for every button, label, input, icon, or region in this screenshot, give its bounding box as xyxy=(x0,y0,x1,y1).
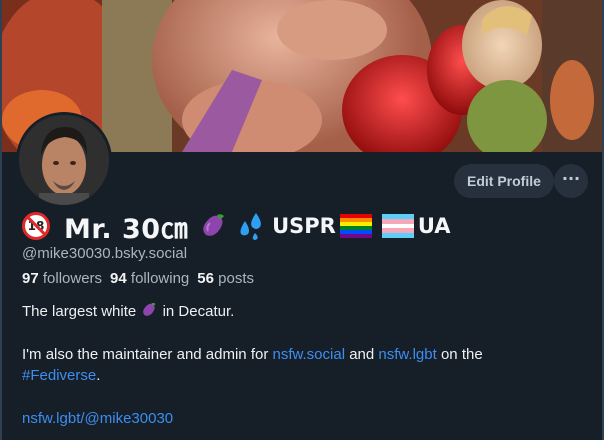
profile-external-link[interactable]: nsfw.lgbt/@mike30030 xyxy=(22,410,173,427)
rainbow-flag-icon xyxy=(339,214,372,238)
profile-handle[interactable]: @mike30030.bsky.social xyxy=(22,245,187,262)
fediverse-hashtag-link[interactable]: #Fediverse xyxy=(22,367,96,384)
avatar-image xyxy=(19,115,109,205)
sweat-droplets-emoji-icon xyxy=(240,213,261,240)
display-name: 18 Mr. 30㎝ USPR UA xyxy=(22,206,451,246)
nsfw-social-link[interactable]: nsfw.social xyxy=(273,346,346,363)
bio-text: . xyxy=(96,367,101,384)
bio-line-2: I'm also the maintainer and admin for ns… xyxy=(22,344,592,386)
following-link[interactable]: 94 following xyxy=(110,270,189,287)
bio-line-3: nsfw.lgbt/@mike30030 xyxy=(22,408,592,429)
display-name-suffix: UA xyxy=(417,214,451,238)
edit-profile-button[interactable]: Edit Profile xyxy=(454,164,554,198)
profile-bio: The largest white in Decatur. I'm also t… xyxy=(22,301,592,429)
followers-label: followers xyxy=(42,270,103,287)
bio-text: The largest white xyxy=(22,303,137,320)
bio-text: in Decatur. xyxy=(162,303,235,320)
display-name-text: Mr. 30㎝ xyxy=(64,213,189,245)
followers-count: 97 xyxy=(22,270,39,287)
more-options-icon: ··· xyxy=(561,169,581,188)
posts-count: 56 xyxy=(197,270,214,287)
display-name-country: USPR xyxy=(272,214,336,238)
no-under-18-icon: 18 xyxy=(22,212,50,240)
bio-text: on the xyxy=(440,346,483,363)
followers-link[interactable]: 97 followers xyxy=(22,270,102,287)
nsfw-lgbt-link[interactable]: nsfw.lgbt xyxy=(378,346,436,363)
bio-line-1: The largest white in Decatur. xyxy=(22,301,592,322)
bio-text: and xyxy=(349,346,375,363)
following-count: 94 xyxy=(110,270,127,287)
bio-text: I'm also the maintainer and admin for xyxy=(22,346,269,363)
transgender-flag-icon xyxy=(381,214,414,238)
eggplant-emoji-icon xyxy=(143,302,157,316)
eggplant-emoji-icon xyxy=(203,214,225,236)
more-options-button[interactable]: ··· xyxy=(554,164,588,198)
posts-stat: 56 posts xyxy=(197,270,254,287)
profile-page: Edit Profile ··· 18 Mr. 30㎝ USPR UA @mik… xyxy=(0,0,604,440)
following-label: following xyxy=(130,270,190,287)
profile-stats: 97 followers 94 following 56 posts xyxy=(22,270,254,287)
avatar[interactable] xyxy=(16,112,112,208)
posts-label: posts xyxy=(218,270,254,287)
